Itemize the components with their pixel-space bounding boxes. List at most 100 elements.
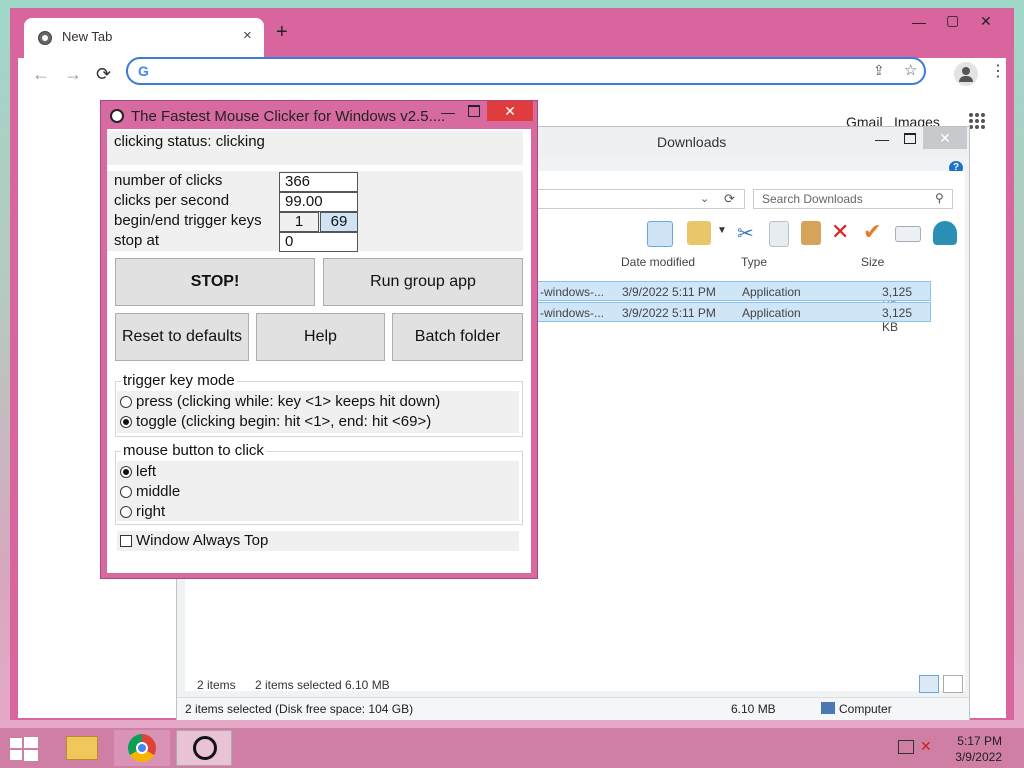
trigger-keys-label: begin/end trigger keys	[114, 212, 262, 229]
explorer-app-icon[interactable]	[933, 221, 957, 245]
toggle-mode-radio[interactable]	[120, 416, 132, 428]
chrome-tab-icon	[38, 31, 52, 45]
toggle-mode-label[interactable]: toggle (clicking begin: hit <1>, end: hi…	[136, 413, 431, 430]
file-name: -windows-...	[540, 285, 605, 299]
status-selected-disk: 2 items selected (Disk free space: 104 G…	[185, 702, 414, 716]
tab-close-icon[interactable]: ×	[243, 27, 252, 44]
file-date: 3/9/2022 5:11 PM	[622, 306, 716, 320]
always-top-label[interactable]: Window Always Top	[136, 532, 268, 549]
settings-panel: number of clicks 366 clicks per second 9…	[107, 171, 523, 252]
address-bar[interactable]: G ⇪ ☆	[126, 57, 926, 85]
file-explorer-taskbar-icon[interactable]	[54, 730, 110, 766]
google-icon: G	[138, 63, 149, 79]
clicking-status: clicking status: clicking	[114, 133, 265, 150]
always-top-checkbox[interactable]	[120, 535, 132, 547]
trigger-mode-legend: trigger key mode	[121, 372, 237, 389]
run-group-app-button[interactable]: Run group app	[323, 258, 523, 306]
dropdown-icon[interactable]: ▼	[717, 225, 727, 236]
middle-button-label[interactable]: middle	[136, 483, 180, 500]
minimize-icon[interactable]: —	[912, 14, 926, 30]
tab-title: New Tab	[62, 29, 113, 44]
mouse-clicker-taskbar-icon[interactable]	[176, 730, 232, 766]
back-icon[interactable]: ←	[32, 64, 50, 84]
explorer-close-button[interactable]: ✕	[923, 127, 967, 149]
taskbar: ✕ 5:17 PM 3/9/2022	[0, 728, 1024, 768]
explorer-maximize-icon[interactable]	[904, 133, 916, 144]
batch-folder-button[interactable]: Batch folder	[392, 313, 523, 361]
col-type[interactable]: Type	[741, 255, 767, 269]
press-mode-radio[interactable]	[120, 396, 132, 408]
clock-time: 5:17 PM	[957, 734, 1002, 748]
close-icon[interactable]: ✕	[980, 13, 992, 30]
file-row[interactable]: -windows-... 3/9/2022 5:11 PM Applicatio…	[537, 281, 931, 313]
share-icon[interactable]: ⇪	[873, 62, 885, 79]
middle-button-radio[interactable]	[120, 486, 132, 498]
clock-date: 3/9/2022	[955, 750, 1002, 764]
copy-icon[interactable]	[769, 221, 789, 247]
maximize-icon[interactable]	[468, 105, 480, 117]
minimize-icon[interactable]: —	[441, 104, 455, 120]
chrome-taskbar-icon[interactable]	[114, 730, 170, 766]
refresh-icon[interactable]: ⟳	[724, 191, 735, 207]
status-selected: 2 items selected	[255, 678, 342, 692]
status-items: 2 items	[197, 678, 236, 692]
number-of-clicks-label: number of clicks	[114, 172, 223, 189]
right-button-radio[interactable]	[120, 506, 132, 518]
menu-icon[interactable]: ⋮	[990, 64, 1006, 80]
right-button-label[interactable]: right	[136, 503, 165, 520]
paste-icon[interactable]	[801, 221, 821, 245]
folder-properties-icon[interactable]	[687, 221, 711, 245]
clock[interactable]: 5:17 PM 3/9/2022	[940, 733, 1002, 765]
status-panel: clicking status: clicking	[107, 131, 523, 165]
reset-defaults-button[interactable]: Reset to defaults	[115, 313, 249, 361]
network-icon[interactable]	[898, 740, 914, 754]
start-windows-icon[interactable]	[10, 737, 38, 761]
left-button-radio[interactable]	[120, 466, 132, 478]
details-view-icon[interactable]	[919, 675, 939, 693]
maximize-icon[interactable]: ▢	[946, 12, 959, 29]
file-date: 3/9/2022 5:11 PM	[622, 285, 716, 299]
close-button[interactable]: ✕	[487, 101, 533, 121]
mouse-clicker-window: The Fastest Mouse Clicker for Windows v2…	[100, 100, 538, 579]
cut-icon[interactable]: ✂	[737, 221, 754, 246]
left-button-label[interactable]: left	[136, 463, 156, 480]
stop-at-field[interactable]: 0	[279, 232, 358, 252]
new-tab-button[interactable]: +	[276, 22, 288, 42]
stop-button[interactable]: STOP!	[115, 258, 315, 306]
view-pane-icon[interactable]	[647, 221, 673, 247]
details-status-bar: 2 items selected (Disk free space: 104 G…	[177, 697, 969, 720]
col-size[interactable]: Size	[861, 255, 884, 269]
reload-icon[interactable]: ⟳	[96, 64, 111, 84]
search-downloads-input[interactable]: Search Downloads	[753, 189, 953, 209]
forward-icon[interactable]: →	[64, 64, 82, 84]
properties-icon[interactable]	[895, 226, 921, 242]
bookmark-star-icon[interactable]: ☆	[904, 61, 917, 79]
file-row[interactable]: -windows-... 3/9/2022 5:11 PM Applicatio…	[537, 302, 931, 334]
profile-icon[interactable]	[954, 62, 978, 86]
explorer-address-bar[interactable]: ⌄ ⟳	[517, 189, 745, 209]
rename-check-icon[interactable]: ✔	[863, 219, 881, 245]
status-total-size: 6.10 MB	[731, 702, 776, 716]
col-date-modified[interactable]: Date modified	[621, 255, 695, 269]
apps-grid-icon[interactable]	[968, 112, 986, 130]
mouse-button-legend: mouse button to click	[121, 442, 266, 459]
tiles-view-icon[interactable]	[943, 675, 963, 693]
clicker-body: clicking status: clicking number of clic…	[107, 129, 531, 573]
tab-new-tab[interactable]: New Tab ×	[24, 18, 264, 58]
number-of-clicks-field[interactable]: 366	[279, 172, 358, 192]
volume-muted-icon[interactable]: ✕	[920, 738, 932, 755]
computer-icon	[821, 702, 835, 714]
file-name: -windows-...	[540, 306, 605, 320]
delete-icon[interactable]: ✕	[831, 219, 849, 245]
trigger-end-key-field[interactable]: 69	[320, 212, 358, 232]
clicks-per-second-field[interactable]: 99.00	[279, 192, 358, 212]
file-type: Application	[742, 306, 801, 320]
trigger-begin-key-field[interactable]: 1	[279, 212, 319, 232]
explorer-minimize-icon[interactable]: —	[875, 131, 889, 147]
status-location: Computer	[839, 702, 892, 716]
window-title: The Fastest Mouse Clicker for Windows v2…	[131, 108, 446, 125]
file-type: Application	[742, 285, 801, 299]
help-button[interactable]: Help	[256, 313, 385, 361]
press-mode-label[interactable]: press (clicking while: key <1> keeps hit…	[136, 393, 440, 410]
address-dropdown-icon[interactable]: ⌄	[700, 192, 709, 205]
